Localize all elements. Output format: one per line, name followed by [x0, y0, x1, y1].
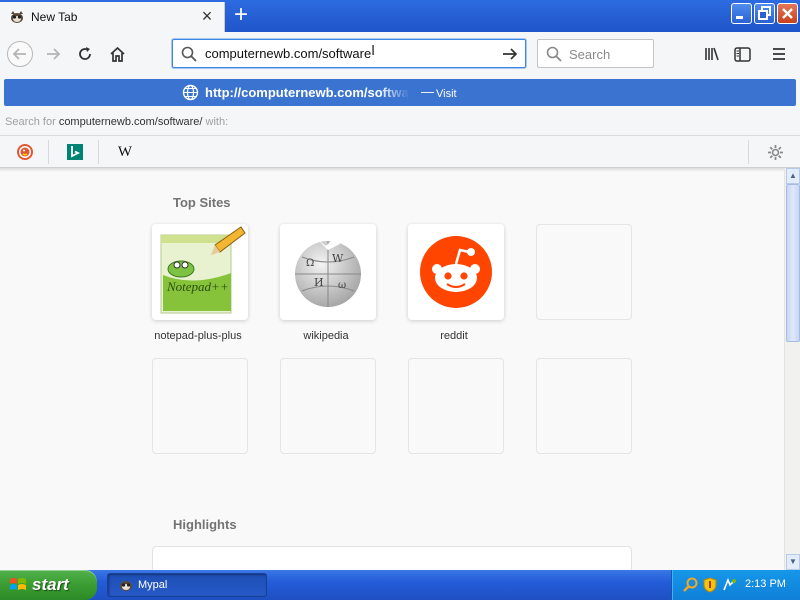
tab-close-icon[interactable]: × [198, 7, 216, 26]
address-bar[interactable]: computernewb.com/software I [172, 39, 526, 68]
forward-arrow-icon [47, 48, 61, 60]
taskbar-item-label: Mypal [138, 579, 168, 591]
url-autocomplete-dropdown: http://computernewb.com/software/ — Visi… [0, 75, 800, 168]
close-window-button[interactable] [777, 3, 798, 24]
svg-text:Notepad++: Notepad++ [166, 279, 229, 294]
search-for-suffix: with: [205, 116, 229, 128]
menu-button[interactable] [766, 41, 792, 67]
restore-icon [758, 6, 771, 20]
clock[interactable]: 2:13 PM [745, 578, 786, 590]
system-tray: 2:13 PM [671, 570, 800, 600]
top-site-label: wikipedia [303, 330, 349, 342]
tab-new-tab[interactable]: New Tab × [0, 2, 225, 32]
visit-url-row[interactable]: http://computernewb.com/software/ — Visi… [4, 79, 796, 106]
new-tab-button[interactable]: + [228, 3, 254, 28]
top-site-label: notepad-plus-plus [154, 330, 242, 342]
vertical-scrollbar[interactable]: ▲ ▼ [784, 168, 800, 570]
reload-button[interactable] [72, 41, 98, 67]
mypal-favicon-icon [120, 581, 132, 591]
svg-text:И: И [314, 276, 324, 289]
home-icon [109, 46, 125, 62]
gear-icon [767, 144, 783, 160]
engine-separator [98, 140, 99, 164]
tab-title: New Tab [31, 10, 78, 24]
search-for-row: Search for computernewb.com/software/ wi… [5, 116, 228, 128]
back-button[interactable] [7, 41, 33, 67]
top-site-tile-empty[interactable] [536, 358, 632, 454]
highlight-card[interactable] [152, 546, 632, 570]
library-icon [705, 47, 719, 61]
go-arrow-icon[interactable] [501, 45, 519, 63]
globe-icon [182, 84, 199, 101]
top-site-tile-empty[interactable] [408, 358, 504, 454]
engine-bing-button[interactable] [63, 140, 87, 164]
search-engines-row: W [0, 135, 800, 168]
text-cursor-icon: I [371, 42, 376, 59]
start-label: start [32, 575, 69, 594]
svg-text:Ω: Ω [306, 258, 314, 269]
hamburger-menu-icon [773, 48, 785, 60]
top-site-tile-empty[interactable] [536, 224, 632, 320]
new-tab-page: Top Sites Notepad++ notepad-plus-plus Ω … [0, 168, 784, 570]
close-icon [782, 8, 793, 19]
search-placeholder: Search [569, 47, 611, 62]
search-settings-button[interactable] [763, 140, 787, 164]
wikipedia-globe-icon: Ω W И ω [295, 238, 361, 307]
address-text[interactable]: computernewb.com/software [205, 46, 371, 61]
reload-icon [79, 47, 91, 60]
scroll-thumb[interactable] [786, 184, 800, 342]
windows-taskbar: start Mypal 2:13 PM [0, 570, 800, 600]
top-site-tile-reddit[interactable] [408, 224, 504, 320]
windows-logo-icon [10, 578, 26, 590]
top-site-tile-empty[interactable] [280, 358, 376, 454]
top-site-tile-empty[interactable] [152, 358, 248, 454]
sidebar-icon [733, 46, 751, 62]
highlights-heading: Highlights [173, 517, 237, 532]
dropdown-shadow [0, 168, 784, 172]
browser-window: New Tab × + computernewb.com/software I … [0, 0, 800, 600]
svg-text:W: W [332, 252, 344, 265]
restore-button[interactable] [754, 3, 775, 24]
library-button[interactable] [699, 41, 725, 67]
tab-strip: New Tab × + [0, 0, 800, 32]
network-icon[interactable] [721, 577, 737, 593]
tray-search-icon[interactable] [683, 577, 699, 593]
forward-button[interactable] [40, 41, 66, 67]
scroll-down-arrow-icon[interactable]: ▼ [786, 554, 800, 570]
top-sites-heading: Top Sites [173, 195, 231, 210]
search-icon [546, 46, 562, 62]
top-site-tile-notepad-plus-plus[interactable]: Notepad++ [152, 224, 248, 320]
search-box[interactable]: Search [537, 39, 654, 68]
sidebar-button[interactable] [729, 41, 755, 67]
top-site-tile-wikipedia[interactable]: Ω W И ω [280, 224, 376, 320]
start-button[interactable]: start [0, 570, 97, 600]
engine-separator [48, 140, 49, 164]
search-for-prefix: Search for [5, 116, 56, 128]
security-shield-icon[interactable] [702, 577, 718, 593]
reddit-alien-icon [420, 236, 492, 308]
visit-action-label: Visit [436, 88, 457, 100]
bing-icon [67, 144, 83, 160]
engine-duckduckgo-button[interactable] [13, 140, 37, 164]
visit-separator: — [421, 84, 434, 99]
search-for-query: computernewb.com/software/ [58, 116, 203, 128]
svg-text:ω: ω [338, 280, 346, 291]
home-button[interactable] [104, 41, 130, 67]
wikipedia-icon: W [117, 143, 133, 160]
notepad-plus-plus-icon: Notepad++ [160, 226, 246, 314]
back-arrow-icon [12, 48, 26, 60]
scroll-up-arrow-icon[interactable]: ▲ [786, 168, 800, 184]
search-icon [181, 46, 197, 62]
engine-wikipedia-button[interactable]: W [113, 140, 137, 164]
visit-url-text: http://computernewb.com/software/ [205, 85, 410, 100]
top-site-label: reddit [440, 330, 468, 342]
engine-separator [748, 140, 749, 164]
mypal-favicon-icon [11, 11, 23, 23]
taskbar-item-mypal[interactable]: Mypal [107, 573, 267, 597]
navigation-toolbar: computernewb.com/software I Search [0, 32, 800, 75]
minimize-button[interactable] [731, 3, 752, 24]
minimize-icon [736, 16, 743, 19]
duckduckgo-icon [17, 144, 33, 160]
